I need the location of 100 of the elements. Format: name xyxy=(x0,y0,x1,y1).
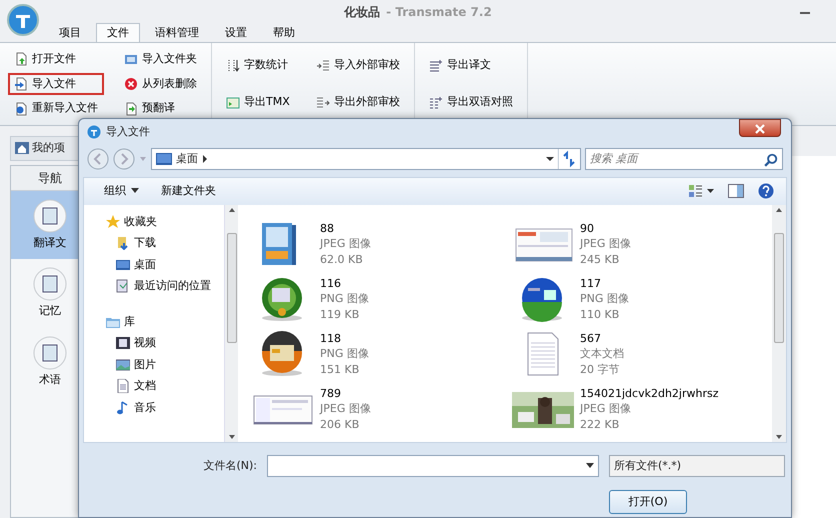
tree-group[interactable]: 库 xyxy=(106,312,224,331)
filename-field[interactable] xyxy=(267,454,599,477)
chevron-icon xyxy=(202,154,208,163)
file-size: 222 KB xyxy=(580,416,620,432)
close-button[interactable] xyxy=(739,119,781,137)
logo-icon xyxy=(6,3,40,37)
file-size: 62.0 KB xyxy=(320,252,364,267)
ribbon-tab[interactable]: 项目 xyxy=(48,22,92,42)
ribbon-button[interactable]: 导出译文 xyxy=(422,54,519,77)
file-type: 文本文档 xyxy=(580,346,624,362)
scrollbar[interactable] xyxy=(772,204,786,442)
scrollbar[interactable] xyxy=(224,204,238,442)
file-type: JPEG 图像 xyxy=(580,401,632,416)
ribbon-button[interactable]: 导出双语对照 xyxy=(422,91,519,114)
preview-pane-icon xyxy=(728,184,744,198)
file-name: 567 xyxy=(580,330,602,346)
file-item[interactable]: 117 PNG 图像 110 KB xyxy=(512,276,772,330)
tree-group[interactable]: 收藏夹 xyxy=(106,212,224,231)
ribbon-icon xyxy=(124,52,138,66)
caret-icon xyxy=(131,188,139,194)
desktop-icon xyxy=(156,152,172,165)
file-size: 110 KB xyxy=(580,306,620,322)
file-type: PNG 图像 xyxy=(320,346,369,362)
tree-item[interactable]: 下载 xyxy=(106,234,224,252)
ribbon-icon xyxy=(226,96,240,110)
file-item[interactable]: 154021jdcvk2dh2jrwhrsz JPEG 图像 222 KB xyxy=(512,386,772,440)
ribbon-icon xyxy=(14,52,28,66)
ribbon-icon xyxy=(316,96,330,110)
dropdown-icon xyxy=(546,156,554,161)
minimize-icon xyxy=(800,12,810,14)
star-icon xyxy=(106,214,120,229)
organize-menu[interactable]: 组织 xyxy=(104,182,139,200)
file-size: 245 KB xyxy=(580,252,620,267)
ribbon-button[interactable]: 导出TMX xyxy=(220,91,296,114)
app-name: - Transmate 7.2 xyxy=(386,4,492,21)
address-bar[interactable]: 桌面 xyxy=(151,148,581,170)
document-icon xyxy=(33,198,67,232)
document-icon xyxy=(33,267,67,301)
help-icon xyxy=(758,183,774,200)
ribbon-icon xyxy=(14,76,28,91)
search-field[interactable]: 搜索 桌面 xyxy=(586,148,782,169)
file-name: 116 xyxy=(320,276,342,291)
file-size: 119 KB xyxy=(320,306,360,322)
ribbon-icon xyxy=(14,102,28,116)
ribbon-tab[interactable]: 文件 xyxy=(96,22,140,42)
scroll-down-icon[interactable] xyxy=(776,434,782,439)
ribbon-button[interactable]: 打开文件 xyxy=(8,48,104,71)
document-icon xyxy=(33,336,67,370)
ribbon-icon xyxy=(428,96,443,110)
scroll-up-icon[interactable] xyxy=(228,208,234,212)
ribbon-icon xyxy=(428,58,443,72)
filename-label: 文件名(N): xyxy=(203,458,257,474)
ribbon-button[interactable]: 从列表删除 xyxy=(118,72,203,96)
ribbon-tab[interactable]: 语料管理 xyxy=(144,22,210,42)
forward-icon xyxy=(113,148,135,170)
ribbon-button[interactable]: 导出外部审校 xyxy=(310,91,406,114)
ribbon-icon xyxy=(124,102,138,116)
file-item[interactable]: 789 JPEG 图像 206 KB xyxy=(252,386,512,440)
file-name: 789 xyxy=(320,386,342,401)
file-type: JPEG 图像 xyxy=(580,236,631,252)
file-size: 206 KB xyxy=(320,416,360,432)
ribbon-button[interactable]: 导入外部审校 xyxy=(310,54,406,77)
file-item[interactable]: 118 PNG 图像 151 KB xyxy=(252,330,512,386)
tree-item[interactable]: 音乐 xyxy=(106,398,224,417)
file-item[interactable]: 88 JPEG 图像 62.0 KB xyxy=(252,220,512,276)
file-type: PNG 图像 xyxy=(580,291,629,306)
view-icon xyxy=(688,184,714,198)
tree-item[interactable]: 视频 xyxy=(106,334,224,352)
dialog-title: 导入文件 xyxy=(106,124,150,140)
ribbon-icon xyxy=(226,58,240,72)
app-icon xyxy=(87,124,101,139)
file-item[interactable]: 567 文本文档 20 字节 xyxy=(512,330,772,386)
file-type-dropdown[interactable]: 所有文件(*.*) xyxy=(609,454,785,477)
ribbon-button[interactable]: 导入文件夹 xyxy=(118,48,203,71)
search-icon xyxy=(764,152,778,167)
open-button[interactable]: 打开(O) xyxy=(609,490,687,514)
address-text: 桌面 xyxy=(176,150,198,166)
file-name: 88 xyxy=(320,220,335,236)
file-type: JPEG 图像 xyxy=(320,236,371,252)
caret-icon xyxy=(139,154,147,163)
close-icon xyxy=(755,124,765,134)
back-icon xyxy=(87,148,109,170)
scroll-up-icon[interactable] xyxy=(776,208,782,212)
tree-item[interactable]: 最近访问的位置 xyxy=(106,277,224,296)
file-item[interactable]: 116 PNG 图像 119 KB xyxy=(252,276,512,330)
ribbon-button[interactable]: 导入文件 xyxy=(8,72,104,96)
new-folder-button[interactable]: 新建文件夹 xyxy=(161,182,216,200)
tree-item[interactable]: 桌面 xyxy=(106,256,224,274)
file-item[interactable]: 90 JPEG 图像 245 KB xyxy=(512,220,772,276)
ribbon-tab[interactable]: 帮助 xyxy=(262,22,306,42)
scroll-down-icon[interactable] xyxy=(228,434,234,439)
window-title: 化妆品 xyxy=(344,4,380,21)
home-icon xyxy=(15,141,29,156)
ribbon-icon xyxy=(124,76,138,91)
ribbon-tab[interactable]: 设置 xyxy=(214,22,258,42)
file-name: 154021jdcvk2dh2jrwhrsz xyxy=(580,386,718,401)
ribbon-button[interactable]: 字数统计 xyxy=(220,54,296,77)
tree-item[interactable]: 图片 xyxy=(106,356,224,374)
tree-item[interactable]: 文档 xyxy=(106,377,224,396)
file-type: JPEG 图像 xyxy=(320,401,371,416)
